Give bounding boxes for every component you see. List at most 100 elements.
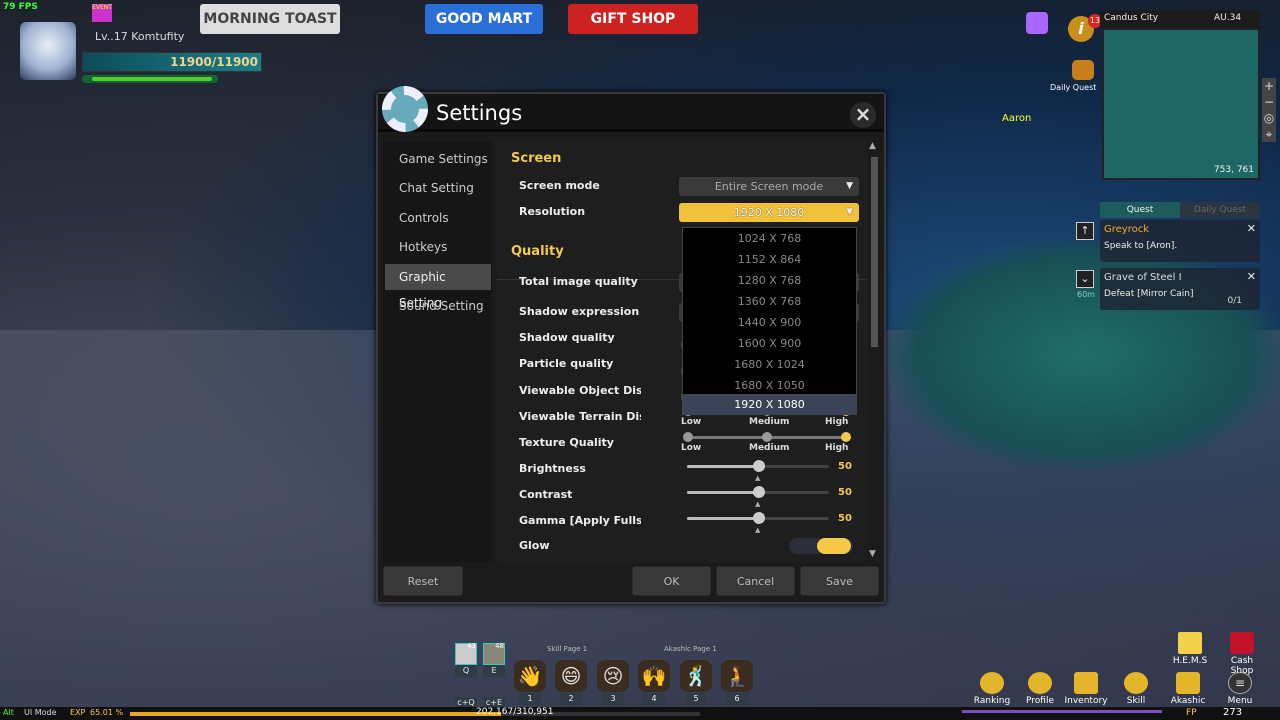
hems-button[interactable]: H.E.M.S bbox=[1168, 632, 1212, 666]
quest-card[interactable]: Greyrock Speak to [Aron]. ✕ bbox=[1100, 220, 1260, 262]
exp-bar bbox=[130, 712, 700, 716]
nav-controls[interactable]: Controls bbox=[385, 205, 491, 231]
smile-emote-icon[interactable]: 😄 bbox=[555, 660, 587, 692]
resolution-options-list: 1024 X 768 1152 X 864 1280 X 768 1360 X … bbox=[682, 227, 857, 415]
quality-label: Total image quality bbox=[519, 275, 638, 288]
resolution-option[interactable]: 1440 X 900 bbox=[683, 312, 856, 333]
quest-timer: 60m bbox=[1077, 290, 1095, 299]
cancel-button[interactable]: Cancel bbox=[716, 566, 795, 596]
alt-key: Alt bbox=[3, 708, 14, 717]
resolution-option-selected[interactable]: 1920 X 1080 bbox=[683, 394, 856, 415]
ranking-icon bbox=[980, 672, 1004, 694]
key-e: E bbox=[483, 665, 505, 677]
npc-name[interactable]: Aaron bbox=[1002, 113, 1031, 124]
ok-button[interactable]: OK bbox=[632, 566, 711, 596]
quest-progress: 0/1 bbox=[1227, 296, 1242, 306]
profile-icon bbox=[1028, 672, 1052, 694]
settings-dialog: Settings × Game Settings Chat Setting Co… bbox=[376, 86, 886, 604]
stamina-bar bbox=[82, 75, 218, 83]
slider-value: 50 bbox=[838, 513, 852, 524]
ranking-button[interactable]: Ranking bbox=[970, 672, 1014, 706]
ui-mode-toggle[interactable]: UI Mode bbox=[24, 708, 57, 717]
slider-label: Gamma [Apply Fullscreen] bbox=[519, 514, 641, 527]
akashic-button[interactable]: Akashic bbox=[1166, 672, 1210, 706]
resolution-dropdown[interactable]: 1920 X 1080 ▼ bbox=[679, 203, 859, 222]
resolution-option[interactable]: 1600 X 900 bbox=[683, 333, 856, 354]
nav-graphic-setting[interactable]: Graphic Setting bbox=[385, 264, 491, 310]
hp-text: 11900/11900 bbox=[170, 55, 258, 69]
nav-chat-setting[interactable]: Chat Setting bbox=[385, 175, 491, 201]
player-name: Lv..17 Komtufity bbox=[95, 30, 185, 43]
section-screen: Screen bbox=[511, 151, 562, 166]
shopping-bag-icon bbox=[1230, 632, 1254, 654]
resolution-option[interactable]: 1024 X 768 bbox=[683, 228, 856, 249]
mail-icon bbox=[1178, 632, 1202, 654]
daily-quest-icon[interactable] bbox=[1072, 60, 1094, 80]
contrast-slider[interactable]: ▲ bbox=[687, 485, 831, 508]
slot-key: 2 bbox=[560, 693, 582, 705]
save-button[interactable]: Save bbox=[800, 566, 879, 596]
footprint-icon[interactable]: ⌄ bbox=[1076, 270, 1094, 288]
minimap[interactable]: 753, 761 bbox=[1102, 28, 1260, 180]
close-icon[interactable]: ✕ bbox=[1247, 222, 1256, 235]
dialog-header: Settings × bbox=[378, 86, 884, 132]
nav-hotkeys[interactable]: Hotkeys bbox=[385, 234, 491, 260]
cash-shop-button[interactable]: Cash Shop bbox=[1220, 632, 1264, 676]
tab-daily-quest[interactable]: Daily Quest bbox=[1180, 202, 1260, 218]
scroll-up-icon[interactable]: ▲ bbox=[869, 141, 876, 151]
scroll-down-icon[interactable]: ▼ bbox=[869, 549, 876, 559]
quest-title: Grave of Steel I bbox=[1104, 272, 1182, 283]
menu-button[interactable]: ≡ Menu bbox=[1218, 672, 1262, 706]
resolution-option[interactable]: 1152 X 864 bbox=[683, 249, 856, 270]
slot-key: 6 bbox=[726, 693, 748, 705]
slot-key: 3 bbox=[602, 693, 624, 705]
hp-bar: 11900/11900 bbox=[82, 52, 262, 72]
cheer-emote-icon[interactable]: 🙌 bbox=[638, 660, 670, 692]
close-button[interactable]: × bbox=[850, 102, 876, 128]
dance-emote-icon[interactable]: 🕺 bbox=[680, 660, 712, 692]
event-icon[interactable] bbox=[1026, 12, 1048, 34]
minimap-zoom-controls[interactable]: + − ◎ ⌖ bbox=[1262, 78, 1276, 142]
kneel-emote-icon[interactable]: 🧎 bbox=[721, 660, 753, 692]
arrow-up-icon[interactable]: ↑ bbox=[1076, 222, 1094, 240]
slider-value: 50 bbox=[838, 487, 852, 498]
brightness-slider[interactable]: ▲ bbox=[687, 459, 831, 482]
scrollbar[interactable]: ▲ ▼ bbox=[869, 141, 881, 562]
close-icon[interactable]: ✕ bbox=[1247, 270, 1256, 283]
profile-button[interactable]: Profile bbox=[1018, 672, 1062, 706]
gamma-slider[interactable]: ▲ bbox=[687, 511, 831, 534]
skill-button[interactable]: Skill bbox=[1114, 672, 1158, 706]
resolution-option[interactable]: 1360 X 768 bbox=[683, 291, 856, 312]
resolution-option[interactable]: 1680 X 1050 bbox=[683, 375, 856, 396]
avatar[interactable] bbox=[20, 22, 76, 80]
screen-mode-value: Entire Screen mode bbox=[714, 180, 824, 193]
screen-mode-dropdown[interactable]: Entire Screen mode ▼ bbox=[679, 177, 859, 196]
nav-sound-setting[interactable]: Sound Setting bbox=[385, 293, 491, 319]
quality-label: Shadow expression bbox=[519, 305, 640, 318]
texture-quality-slider[interactable]: Low Medium High bbox=[681, 431, 851, 453]
resolution-option[interactable]: 1280 X 768 bbox=[683, 270, 856, 291]
glow-toggle[interactable] bbox=[789, 538, 853, 554]
sad-emote-icon[interactable]: 😢 bbox=[597, 660, 629, 692]
slot-key: 1 bbox=[519, 693, 541, 705]
quality-label: Texture Quality bbox=[519, 436, 614, 449]
inventory-icon bbox=[1074, 672, 1098, 694]
resolution-label: Resolution bbox=[519, 205, 586, 218]
quick-slot-e[interactable]: 48 bbox=[483, 642, 505, 665]
status-bar: Alt UI Mode EXP 65.01 % 202,167/310,951 … bbox=[0, 707, 1280, 720]
scroll-thumb[interactable] bbox=[871, 157, 878, 347]
key-q: Q bbox=[455, 665, 477, 677]
exp-value: 202,167/310,951 bbox=[476, 707, 554, 717]
nav-game-settings[interactable]: Game Settings bbox=[385, 146, 491, 172]
wave-emote-icon[interactable]: 👋 bbox=[514, 660, 546, 692]
quick-slot-q[interactable]: 43 bbox=[455, 642, 477, 665]
tab-quest[interactable]: Quest bbox=[1100, 202, 1180, 218]
reset-button[interactable]: Reset bbox=[383, 566, 463, 596]
inventory-button[interactable]: Inventory bbox=[1064, 672, 1108, 706]
event-icon[interactable]: EVENT bbox=[92, 4, 112, 22]
resolution-option[interactable]: 1680 X 1024 bbox=[683, 354, 856, 375]
exp-label: EXP bbox=[70, 708, 86, 717]
quest-card[interactable]: Grave of Steel I Defeat [Mirror Cain] 0/… bbox=[1100, 268, 1260, 310]
daily-quest-label[interactable]: Daily Quest bbox=[1050, 83, 1096, 92]
quality-label: Viewable Object Distance bbox=[519, 384, 641, 397]
